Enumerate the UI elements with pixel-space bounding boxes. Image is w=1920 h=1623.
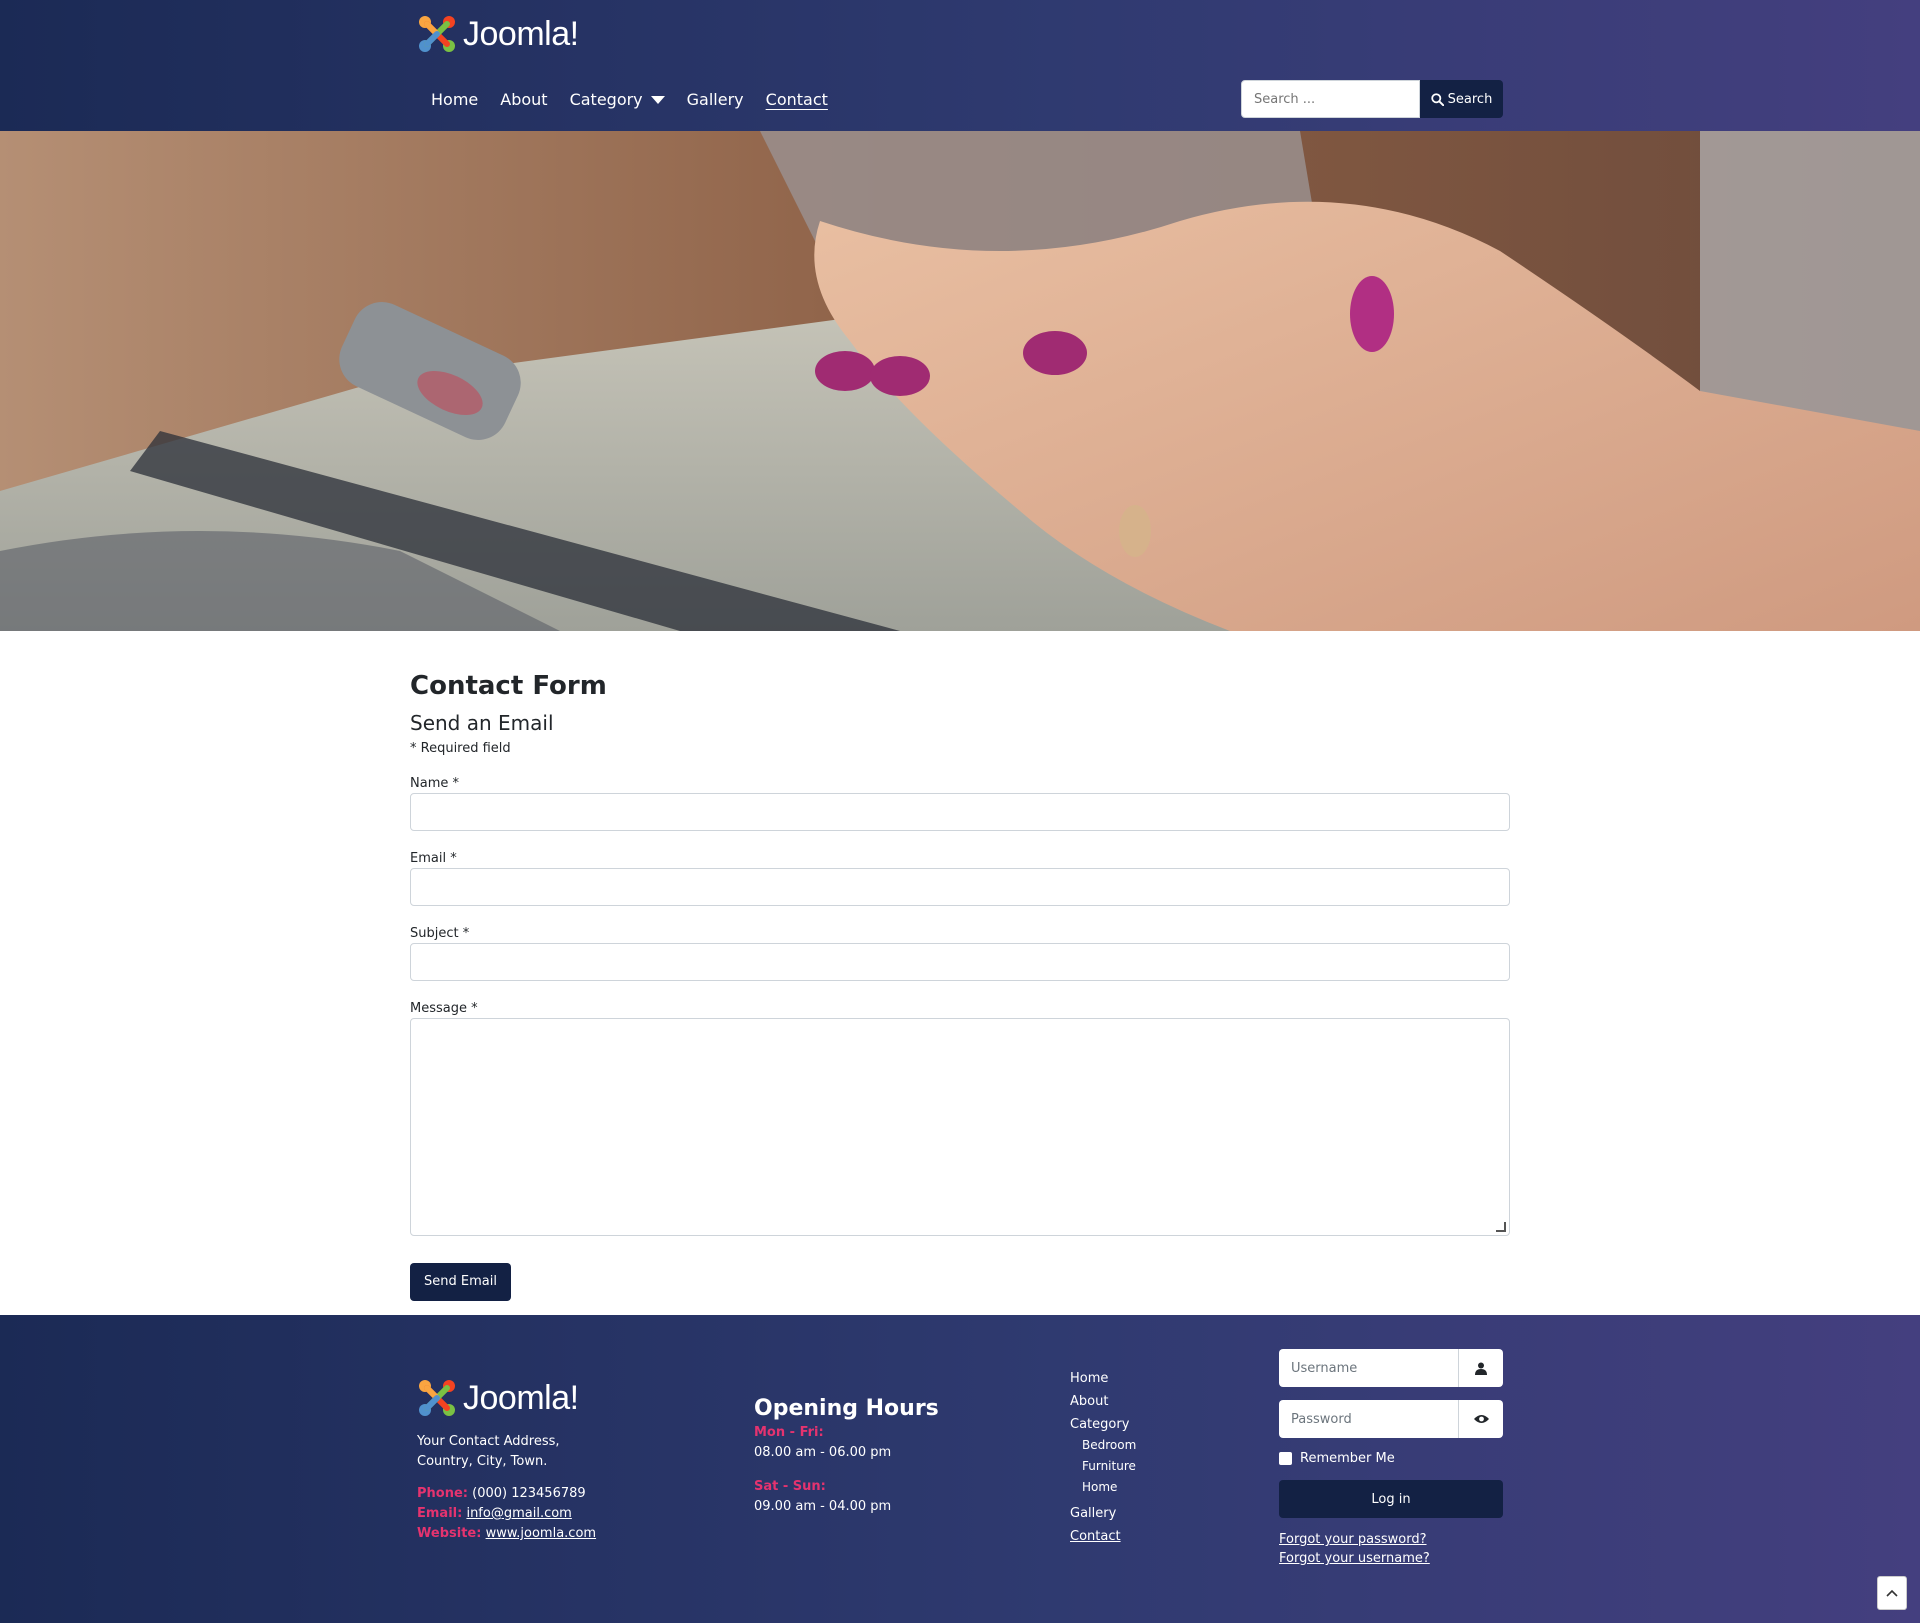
footer-menu-sub-home[interactable]: Home: [1070, 1480, 1136, 1494]
login-links: Forgot your password? Forgot your userna…: [1279, 1532, 1503, 1566]
remember-me: Remember Me: [1279, 1451, 1503, 1466]
site-logo[interactable]: Joomla!: [417, 14, 579, 54]
remember-me-checkbox[interactable]: [1279, 1452, 1292, 1465]
website-link[interactable]: www.joomla.com: [486, 1526, 597, 1541]
phone-label: Phone:: [417, 1486, 468, 1501]
user-icon: [1475, 1362, 1487, 1375]
back-to-top-button[interactable]: [1877, 1576, 1907, 1610]
form-subtitle: Send an Email: [410, 711, 554, 735]
message-label: Message *: [410, 1001, 478, 1016]
website-label: Website:: [417, 1526, 482, 1541]
footer-menu: Home About Category Bedroom Furniture Ho…: [1070, 1371, 1136, 1552]
show-password-button[interactable]: [1458, 1400, 1503, 1438]
login-button[interactable]: Log in: [1279, 1480, 1503, 1518]
email-row: Email: info@gmail.com: [417, 1504, 677, 1524]
opening-hours-title: Opening Hours: [754, 1396, 939, 1421]
password-input[interactable]: Password: [1279, 1400, 1458, 1438]
address-line-1: Your Contact Address,: [417, 1434, 560, 1449]
remember-me-label: Remember Me: [1300, 1451, 1395, 1466]
footer-menu-bedroom[interactable]: Bedroom: [1070, 1438, 1136, 1452]
nav-item-home[interactable]: Home: [420, 84, 489, 115]
site-footer: Joomla! Your Contact Address, Country, C…: [0, 1315, 1920, 1623]
chevron-up-icon: [1886, 1589, 1898, 1597]
user-icon-button: [1458, 1349, 1503, 1387]
main-nav: Home About Category Gallery Contact: [420, 84, 839, 115]
email-link[interactable]: info@gmail.com: [466, 1506, 571, 1521]
opening-hours: Opening Hours Mon - Fri: 08.00 am - 06.0…: [754, 1396, 939, 1517]
username-input[interactable]: Username: [1279, 1349, 1458, 1387]
footer-menu-contact[interactable]: Contact: [1070, 1529, 1121, 1544]
contact-details: Phone: (000) 123456789 Email: info@gmail…: [417, 1484, 677, 1544]
send-email-button[interactable]: Send Email: [410, 1263, 511, 1301]
nav-item-about[interactable]: About: [489, 84, 558, 115]
email-label: Email:: [417, 1506, 463, 1521]
search-form: Search: [1241, 80, 1503, 118]
name-field[interactable]: [410, 793, 1510, 831]
eye-icon: [1473, 1415, 1489, 1423]
name-label: Name *: [410, 776, 459, 791]
nav-item-category-label: Category: [569, 90, 643, 109]
login-form: Username Password Remember Me Log in For…: [1279, 1349, 1503, 1570]
address-line-2: Country, City, Town.: [417, 1454, 548, 1469]
caret-down-icon: [650, 95, 665, 104]
phone-row: Phone: (000) 123456789: [417, 1484, 677, 1504]
phone-value: (000) 123456789: [472, 1486, 586, 1501]
footer-menu-gallery[interactable]: Gallery: [1070, 1506, 1136, 1521]
brand-name: Joomla!: [463, 15, 579, 53]
weekend-hours: 09.00 am - 04.00 pm: [754, 1499, 892, 1514]
footer-menu-category[interactable]: Category: [1070, 1417, 1136, 1432]
search-input[interactable]: [1241, 80, 1420, 118]
site-header: Joomla! Home About Category Gallery Cont…: [0, 0, 1920, 131]
joomla-logo-icon: [419, 16, 455, 52]
search-button[interactable]: Search: [1420, 80, 1503, 118]
forgot-username-link[interactable]: Forgot your username?: [1279, 1551, 1430, 1566]
page-title: Contact Form: [410, 671, 607, 701]
footer-brand-name: Joomla!: [463, 1379, 579, 1417]
email-label: Email *: [410, 851, 457, 866]
subject-field[interactable]: [410, 943, 1510, 981]
weekday-hours: 08.00 am - 06.00 pm: [754, 1445, 892, 1460]
subject-label: Subject *: [410, 926, 470, 941]
nav-item-contact[interactable]: Contact: [755, 84, 839, 115]
footer-menu-furniture[interactable]: Furniture: [1070, 1459, 1136, 1473]
weekday-label: Mon - Fri:: [754, 1425, 824, 1440]
weekend-label: Sat - Sun:: [754, 1479, 826, 1494]
address: Your Contact Address, Country, City, Tow…: [417, 1432, 677, 1472]
footer-menu-about[interactable]: About: [1070, 1394, 1136, 1409]
search-icon: [1430, 92, 1444, 106]
password-group: Password: [1279, 1400, 1503, 1438]
username-group: Username: [1279, 1349, 1503, 1387]
forgot-password-link[interactable]: Forgot your password?: [1279, 1532, 1427, 1547]
footer-contact: Joomla! Your Contact Address, Country, C…: [417, 1378, 677, 1544]
email-field[interactable]: [410, 868, 1510, 906]
search-button-label: Search: [1447, 91, 1493, 107]
website-row: Website: www.joomla.com: [417, 1524, 677, 1544]
joomla-logo-icon: [419, 1380, 455, 1416]
footer-logo[interactable]: Joomla!: [417, 1378, 677, 1418]
hero-photo: [0, 131, 1920, 631]
nav-item-category[interactable]: Category: [559, 84, 676, 115]
required-note: * Required field: [410, 741, 511, 756]
footer-menu-home[interactable]: Home: [1070, 1371, 1136, 1386]
hero-image: [0, 131, 1920, 631]
message-field[interactable]: [410, 1018, 1510, 1236]
nav-item-gallery[interactable]: Gallery: [676, 84, 755, 115]
main-content: Contact Form Send an Email * Required fi…: [410, 631, 1510, 1301]
